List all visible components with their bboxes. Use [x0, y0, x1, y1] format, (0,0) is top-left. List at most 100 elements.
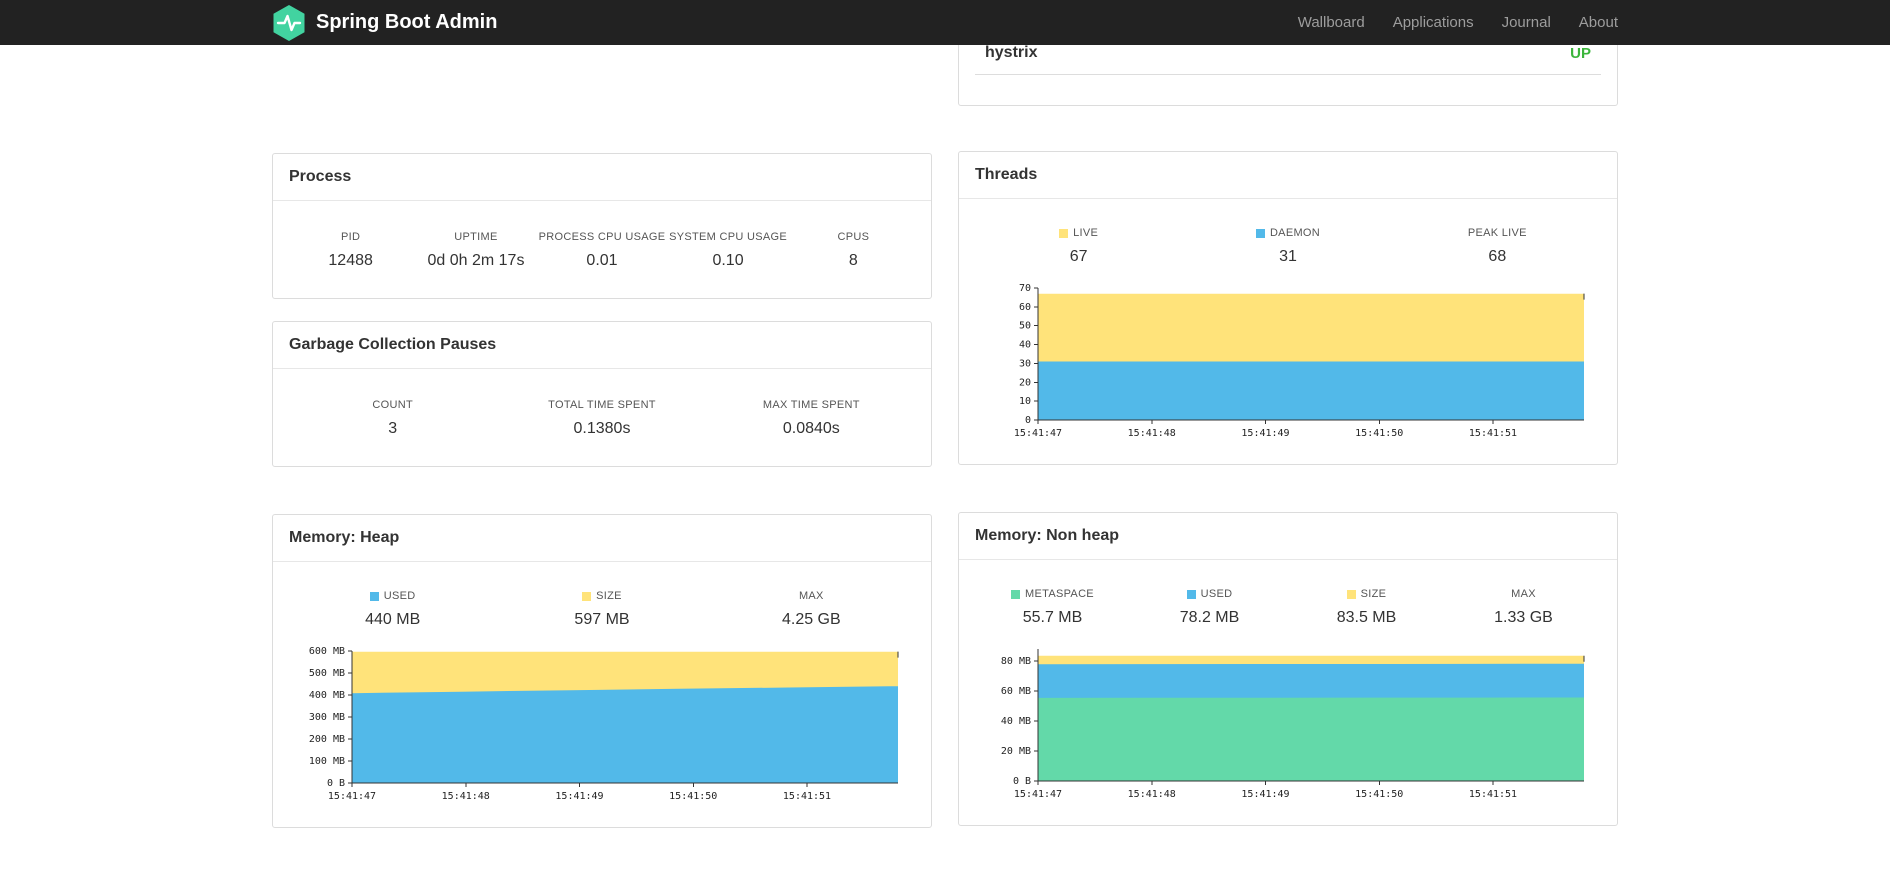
- stat-label: CPUS: [837, 231, 870, 243]
- process-panel-title: Process: [273, 154, 931, 201]
- dashboard: Process PID 12488 UPTIME 0d 0h 2m 17s PR…: [272, 0, 1618, 888]
- legend-label: MAX: [798, 590, 824, 602]
- stat-value: 12488: [328, 252, 373, 269]
- heap-panel: Memory: Heap USED 440 MB SIZE 597 MB MAX…: [272, 514, 932, 828]
- svg-text:15:41:47: 15:41:47: [328, 791, 376, 802]
- legend-value: 55.7 MB: [1022, 609, 1083, 626]
- svg-text:10: 10: [1019, 396, 1031, 407]
- stat-value: 0d 0h 2m 17s: [427, 252, 525, 269]
- stat-value: 8: [848, 252, 858, 269]
- heap-chart-svg: 0 B 100 MB 200 MB 300 MB 400 MB 500 MB 600 MB 1…: [309, 646, 899, 802]
- svg-text:15:41:49: 15:41:49: [1241, 428, 1289, 439]
- svg-text:500 MB: 500 MB: [309, 668, 345, 679]
- legend-heap-max: MAX 4.25 GB: [707, 590, 916, 629]
- heap-chart: 0 B 100 MB 200 MB 300 MB 400 MB 500 MB 600 MB 1…: [273, 635, 931, 827]
- svg-text:30: 30: [1019, 358, 1031, 369]
- used-swatch-icon: [1186, 589, 1196, 599]
- legend-value: 31: [1279, 248, 1297, 265]
- nonheap-chart-svg: 0 B 20 MB 40 MB 60 MB 80 MB 15:41:47 15:41:48 1…: [1001, 649, 1585, 800]
- brand[interactable]: Spring Boot Admin: [272, 4, 497, 42]
- svg-text:600 MB: 600 MB: [309, 646, 345, 657]
- legend-label: USED: [288, 590, 497, 602]
- stat-cpus: CPUS 8: [791, 231, 916, 270]
- svg-text:40: 40: [1019, 340, 1031, 351]
- svg-text:15:41:49: 15:41:49: [1241, 789, 1289, 800]
- legend-label: LIVE: [974, 227, 1183, 239]
- navbar: Spring Boot Admin Wallboard Applications…: [0, 0, 1890, 45]
- stat-gc-total: TOTAL TIME SPENT 0.1380s: [497, 399, 706, 438]
- legend-value: 597 MB: [574, 611, 630, 628]
- nonheap-panel: Memory: Non heap METASPACE 55.7 MB USED …: [958, 512, 1618, 826]
- metaspace-swatch-icon: [1011, 589, 1021, 599]
- stat-label: PROCESS CPU USAGE: [538, 231, 666, 243]
- svg-text:20: 20: [1019, 377, 1031, 388]
- svg-text:400 MB: 400 MB: [309, 690, 345, 701]
- size-swatch-icon: [582, 591, 592, 601]
- gc-panel: Garbage Collection Pauses COUNT 3 TOTAL …: [272, 321, 932, 467]
- stat-system-cpu: SYSTEM CPU USAGE 0.10: [665, 231, 790, 270]
- legend-nonheap-used: USED 78.2 MB: [1131, 588, 1288, 627]
- health-row-hystrix: hystrix UP: [975, 44, 1601, 75]
- heap-panel-title: Memory: Heap: [273, 515, 931, 562]
- stat-uptime: UPTIME 0d 0h 2m 17s: [413, 231, 538, 270]
- legend-threads-peak: PEAK LIVE 68: [1393, 227, 1602, 266]
- legend-label: PEAK LIVE: [1467, 227, 1527, 239]
- legend-label: SIZE: [497, 590, 706, 602]
- threads-panel-title: Threads: [959, 152, 1617, 199]
- legend-label: USED: [1131, 588, 1288, 600]
- svg-text:15:41:50: 15:41:50: [1355, 428, 1403, 439]
- svg-text:0 B: 0 B: [1013, 776, 1031, 787]
- status-badge: UP: [1570, 44, 1591, 62]
- svg-text:15:41:47: 15:41:47: [1014, 789, 1062, 800]
- legend-value: 1.33 GB: [1494, 609, 1553, 626]
- daemon-swatch-icon: [1255, 228, 1265, 238]
- health-indicator-name: hystrix: [985, 44, 1038, 61]
- stat-value: 0.1380s: [573, 420, 631, 437]
- stat-process-cpu: PROCESS CPU USAGE 0.01: [539, 231, 666, 270]
- svg-text:20 MB: 20 MB: [1001, 746, 1031, 757]
- nonheap-panel-title: Memory: Non heap: [959, 513, 1617, 560]
- legend-heap-used: USED 440 MB: [288, 590, 497, 629]
- svg-text:15:41:48: 15:41:48: [1128, 789, 1176, 800]
- size-swatch-icon: [1346, 589, 1356, 599]
- brand-title: Spring Boot Admin: [316, 11, 498, 33]
- svg-text:60 MB: 60 MB: [1001, 686, 1031, 697]
- svg-text:15:41:50: 15:41:50: [1355, 789, 1403, 800]
- nav-item-applications[interactable]: Applications: [1379, 0, 1488, 45]
- stat-pid: PID 12488: [288, 231, 413, 270]
- svg-text:15:41:51: 15:41:51: [783, 791, 831, 802]
- threads-chart: 0 10 20 30 40 50 60 70 15:41:47 15:41:48 15:41:49 1…: [959, 272, 1617, 464]
- svg-text:15:41:48: 15:41:48: [1128, 428, 1176, 439]
- svg-text:300 MB: 300 MB: [309, 712, 345, 723]
- nav-item-wallboard[interactable]: Wallboard: [1284, 0, 1379, 45]
- spring-boot-admin-logo-icon: [272, 4, 306, 42]
- stat-label: TOTAL TIME SPENT: [548, 399, 656, 411]
- svg-text:15:41:50: 15:41:50: [669, 791, 717, 802]
- used-swatch-icon: [369, 591, 379, 601]
- svg-text:15:41:49: 15:41:49: [555, 791, 603, 802]
- stat-label: COUNT: [372, 399, 413, 411]
- svg-text:60: 60: [1019, 302, 1031, 313]
- nav-item-journal[interactable]: Journal: [1488, 0, 1565, 45]
- stat-value: 0.10: [712, 252, 744, 269]
- svg-text:0: 0: [1025, 415, 1031, 426]
- stat-label: UPTIME: [454, 231, 498, 243]
- legend-threads-live: LIVE 67: [974, 227, 1183, 266]
- legend-value: 68: [1488, 248, 1507, 265]
- legend-nonheap-size: SIZE 83.5 MB: [1288, 588, 1445, 627]
- stat-value: 0.0840s: [782, 420, 840, 437]
- svg-text:100 MB: 100 MB: [309, 756, 345, 767]
- svg-text:15:41:51: 15:41:51: [1469, 789, 1517, 800]
- legend-label: MAX: [1511, 588, 1536, 600]
- nav-links: Wallboard Applications Journal About: [1284, 0, 1618, 45]
- nav-item-about[interactable]: About: [1565, 0, 1618, 45]
- svg-text:15:41:47: 15:41:47: [1014, 428, 1062, 439]
- process-panel: Process PID 12488 UPTIME 0d 0h 2m 17s PR…: [272, 153, 932, 299]
- nonheap-chart: 0 B 20 MB 40 MB 60 MB 80 MB 15:41:47 15:41:48 1…: [959, 633, 1617, 825]
- threads-chart-svg: 0 10 20 30 40 50 60 70 15:41:47 15:41:48 15:41:49 1…: [1014, 283, 1585, 439]
- legend-nonheap-max: MAX 1.33 GB: [1445, 588, 1602, 627]
- legend-value: 67: [1069, 248, 1088, 265]
- svg-text:70: 70: [1019, 283, 1031, 294]
- threads-panel: Threads LIVE 67 DAEMON 31 PEAK LIVE 68 0…: [958, 151, 1618, 465]
- legend-value: 440 MB: [365, 611, 421, 628]
